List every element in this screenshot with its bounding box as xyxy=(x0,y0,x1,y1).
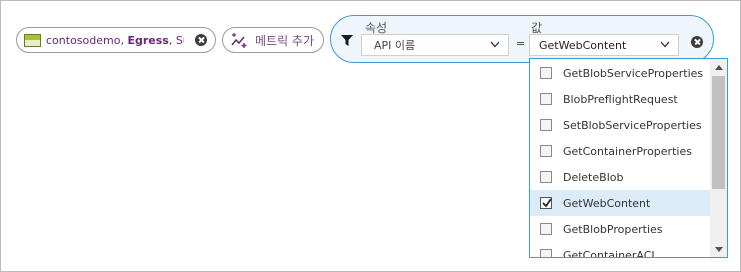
value-dropdown-list[interactable]: GetBlobServiceProperties BlobPreflightRe… xyxy=(529,58,728,258)
metric-name: Egress xyxy=(127,33,169,47)
funnel-icon xyxy=(341,35,353,46)
add-metric-label: 메트릭 추가 xyxy=(255,33,315,48)
scroll-down-arrow-icon[interactable] xyxy=(710,242,727,256)
checkbox[interactable] xyxy=(540,223,552,235)
checkbox[interactable] xyxy=(540,67,552,79)
list-item[interactable]: SetBlobServiceProperties xyxy=(530,112,711,138)
list-item[interactable]: GetContainerProperties xyxy=(530,138,711,164)
filter-editor: 속성 값 API 이름 = GetWebContent xyxy=(330,15,714,63)
scroll-up-arrow-icon[interactable] xyxy=(710,60,727,74)
checkbox[interactable] xyxy=(540,119,552,131)
list-item[interactable]: DeleteBlob xyxy=(530,164,711,190)
checkbox[interactable] xyxy=(540,145,552,157)
metric-resource: contosodemo, xyxy=(46,33,128,47)
list-item[interactable]: GetBlobServiceProperties xyxy=(530,60,711,86)
list-item[interactable]: BlobPreflightRequest xyxy=(530,86,711,112)
list-item-selected[interactable]: GetWebContent xyxy=(530,190,711,216)
add-metric-sparkle-icon xyxy=(231,33,247,48)
chevron-down-icon xyxy=(490,41,500,48)
property-select-value: API 이름 xyxy=(374,39,416,52)
list-item-label: GetContainerProperties xyxy=(563,144,692,158)
metric-pill[interactable]: contosodemo, Egress, Sum xyxy=(16,27,216,53)
list-item[interactable]: GetContainerACL xyxy=(530,242,711,258)
metric-pill-text: contosodemo, Egress, Sum xyxy=(46,34,184,47)
checkbox[interactable] xyxy=(540,249,552,257)
operator-label: = xyxy=(516,37,526,50)
list-item-label: DeleteBlob xyxy=(563,170,624,184)
list-item-label: GetBlobServiceProperties xyxy=(563,66,704,80)
checkmark-icon xyxy=(542,198,552,208)
list-item-label: GetContainerACL xyxy=(563,248,658,258)
chevron-down-icon xyxy=(660,41,670,48)
list-item-label: GetWebContent xyxy=(563,196,651,210)
checkbox[interactable] xyxy=(540,93,552,105)
checkbox[interactable] xyxy=(540,171,552,183)
close-icon[interactable] xyxy=(195,34,207,46)
list-item[interactable]: GetBlobProperties xyxy=(530,216,711,242)
close-icon[interactable] xyxy=(691,36,703,48)
checkbox-checked[interactable] xyxy=(540,197,552,209)
property-select[interactable]: API 이름 xyxy=(361,34,509,56)
list-item-label: BlobPreflightRequest xyxy=(563,92,678,106)
storage-account-icon xyxy=(24,33,41,47)
scrollbar-thumb[interactable] xyxy=(712,76,725,189)
value-select-value: GetWebContent xyxy=(539,38,627,52)
list-item-label: SetBlobServiceProperties xyxy=(563,118,702,132)
add-metric-button[interactable]: 메트릭 추가 xyxy=(222,27,324,53)
value-select[interactable]: GetWebContent xyxy=(529,34,679,56)
scrollbar[interactable] xyxy=(710,59,727,257)
list-item-label: GetBlobProperties xyxy=(563,222,663,236)
metric-aggregation: , Sum xyxy=(168,33,184,47)
